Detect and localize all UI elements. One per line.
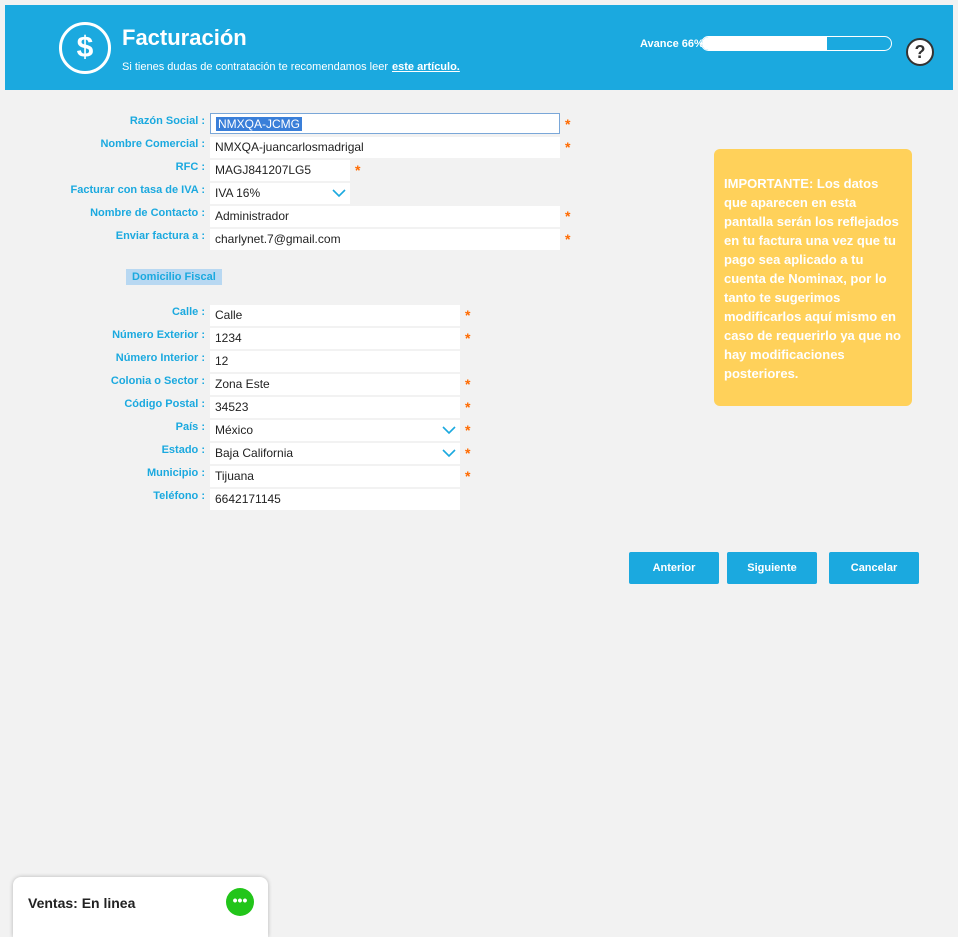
label-num-ext: Número Exterior : bbox=[112, 329, 205, 341]
num-ext-input[interactable]: 1234 bbox=[210, 328, 460, 349]
label-pais: País : bbox=[175, 421, 205, 433]
calle-input[interactable]: Calle bbox=[210, 305, 460, 326]
cancelar-button[interactable]: Cancelar bbox=[829, 552, 919, 584]
label-cp: Código Postal : bbox=[124, 398, 205, 410]
nombre-comercial-input[interactable]: NMXQA-juancarlosmadrigal bbox=[210, 137, 560, 158]
required-mark: * bbox=[565, 231, 571, 247]
notice-box: IMPORTANTE: Los datos que aparecen en es… bbox=[714, 149, 912, 406]
help-icon[interactable]: ? bbox=[906, 38, 934, 66]
contacto-input[interactable]: Administrador bbox=[210, 206, 560, 227]
cp-input[interactable]: 34523 bbox=[210, 397, 460, 418]
label-rfc: RFC : bbox=[175, 161, 205, 173]
label-municipio: Municipio : bbox=[146, 467, 205, 479]
required-mark: * bbox=[565, 208, 571, 224]
label-contacto: Nombre de Contacto : bbox=[90, 207, 205, 219]
rfc-input[interactable]: MAGJ841207LG5 bbox=[210, 160, 350, 181]
label-colonia: Colonia o Sector : bbox=[110, 375, 205, 387]
required-mark: * bbox=[465, 468, 471, 484]
email-input[interactable]: charlynet.7@gmail.com bbox=[210, 229, 560, 250]
progress-bar bbox=[701, 36, 892, 51]
label-email: Enviar factura a : bbox=[115, 230, 205, 242]
required-mark: * bbox=[465, 399, 471, 415]
chat-label: Ventas: En linea bbox=[28, 895, 136, 911]
dollar-icon: $ bbox=[59, 22, 111, 74]
required-mark: * bbox=[355, 162, 361, 178]
chat-widget[interactable]: Ventas: En linea ••• bbox=[13, 877, 268, 937]
municipio-input[interactable]: Tijuana bbox=[210, 466, 460, 487]
chat-bubble-icon[interactable]: ••• bbox=[226, 888, 254, 916]
required-mark: * bbox=[465, 307, 471, 323]
required-mark: * bbox=[565, 116, 571, 132]
razon-social-input[interactable]: NMXQA-JCMG bbox=[210, 113, 560, 134]
label-razon-social: Razón Social : bbox=[129, 115, 205, 127]
label-nombre-comercial: Nombre Comercial : bbox=[100, 138, 205, 150]
required-mark: * bbox=[465, 422, 471, 438]
iva-select[interactable]: IVA 16% bbox=[210, 183, 350, 204]
num-int-input[interactable]: 12 bbox=[210, 351, 460, 372]
progress-label: Avance 66% bbox=[640, 38, 704, 50]
required-mark: * bbox=[465, 376, 471, 392]
section-domicilio-fiscal: Domicilio Fiscal bbox=[126, 269, 222, 285]
razon-social-value: NMXQA-JCMG bbox=[216, 117, 302, 131]
colonia-input[interactable]: Zona Este bbox=[210, 374, 460, 395]
required-mark: * bbox=[465, 330, 471, 346]
required-mark: * bbox=[465, 445, 471, 461]
label-num-int: Número Interior : bbox=[115, 352, 205, 364]
chevron-down-icon[interactable] bbox=[332, 183, 346, 204]
subtitle-text: Si tienes dudas de contratación te recom… bbox=[122, 61, 388, 73]
label-calle: Calle : bbox=[171, 306, 205, 318]
pais-value: México bbox=[215, 423, 254, 437]
estado-value: Baja California bbox=[215, 446, 294, 460]
progress-fill bbox=[702, 37, 827, 50]
label-iva: Facturar con tasa de IVA : bbox=[70, 184, 205, 196]
iva-value: IVA 16% bbox=[215, 186, 261, 200]
pais-select[interactable]: México bbox=[210, 420, 460, 441]
label-estado: Estado : bbox=[161, 444, 205, 456]
header-bar: $ Facturación Si tienes dudas de contrat… bbox=[5, 5, 953, 90]
estado-select[interactable]: Baja California bbox=[210, 443, 460, 464]
label-telefono: Teléfono : bbox=[153, 490, 205, 502]
chevron-down-icon[interactable] bbox=[442, 420, 456, 441]
article-link[interactable]: este artículo. bbox=[392, 61, 460, 73]
page-title: Facturación bbox=[122, 25, 247, 50]
required-mark: * bbox=[565, 139, 571, 155]
siguiente-button[interactable]: Siguiente bbox=[727, 552, 817, 584]
chevron-down-icon[interactable] bbox=[442, 443, 456, 464]
anterior-button[interactable]: Anterior bbox=[629, 552, 719, 584]
header-subtitle: Si tienes dudas de contratación te recom… bbox=[122, 61, 460, 73]
telefono-input[interactable]: 6642171145 bbox=[210, 489, 460, 510]
